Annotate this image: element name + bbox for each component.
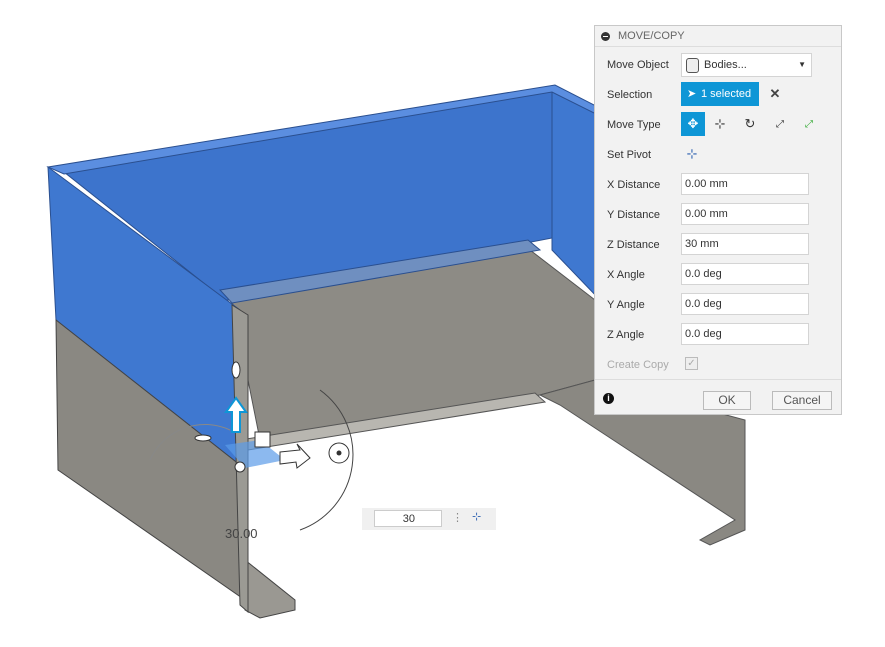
cancel-button[interactable]: Cancel (772, 391, 832, 410)
rotate-handle-x[interactable] (194, 434, 212, 442)
cursor-icon: ➤ (687, 88, 697, 100)
right-wall (551, 89, 601, 302)
info-icon[interactable]: i (603, 393, 614, 404)
ok-button[interactable]: OK (703, 391, 751, 410)
z-distance-input[interactable]: 30 mm (681, 233, 809, 255)
free-move-handle[interactable] (254, 431, 271, 448)
clear-selection-icon[interactable]: ✕ (764, 83, 786, 105)
pivot-point[interactable] (234, 461, 246, 473)
x-arrow-icon[interactable] (279, 443, 311, 469)
dimension-label: 30.00 (225, 526, 258, 541)
rotate-icon[interactable]: ↻ (739, 113, 761, 135)
create-copy-label: Create Copy (607, 359, 669, 371)
free-move-icon[interactable]: ✥ (681, 112, 705, 136)
y-angle-input[interactable]: 0.0 deg (681, 293, 809, 315)
selection-value: 1 selected (701, 88, 752, 100)
create-copy-checkbox[interactable]: ✓ (685, 357, 698, 370)
move-object-label: Move Object (607, 59, 669, 71)
y-distance-input[interactable]: 0.00 mm (681, 203, 809, 225)
chevron-down-icon: ▼ (798, 60, 806, 69)
collapse-icon[interactable] (601, 31, 610, 41)
move-object-dropdown[interactable]: Bodies... ▼ (681, 53, 812, 77)
move-type-label: Move Type (607, 119, 661, 131)
z-angle-label: Z Angle (607, 329, 645, 341)
y-angle-label: Y Angle (607, 299, 645, 311)
body-icon (686, 58, 699, 73)
point-to-point-icon[interactable]: ⤢ (769, 113, 791, 135)
distance-input[interactable]: 30 (374, 510, 442, 527)
left-foot (244, 558, 296, 619)
x-angle-input[interactable]: 0.0 deg (681, 263, 809, 285)
move-object-value: Bodies... (704, 59, 747, 71)
x-angle-label: X Angle (607, 269, 645, 281)
pivot-icon[interactable]: ⊹ (472, 510, 481, 523)
distance-mini-toolbar: 30 ⋮ ⊹ (362, 508, 496, 530)
z-distance-label: Z Distance (607, 239, 660, 251)
dialog-title: MOVE/COPY (618, 30, 685, 42)
x-distance-label: X Distance (607, 179, 661, 191)
translate-icon[interactable]: ⊹ (709, 113, 731, 135)
selection-label: Selection (607, 89, 653, 101)
y-distance-label: Y Distance (607, 209, 660, 221)
set-pivot-label: Set Pivot (607, 149, 652, 161)
point-to-position-icon[interactable]: ⤢ (798, 113, 820, 135)
more-options-icon[interactable]: ⋮ (452, 511, 463, 524)
set-pivot-icon[interactable]: ⊹ (681, 143, 703, 165)
x-distance-input[interactable]: 0.00 mm (681, 173, 809, 195)
move-copy-dialog: MOVE/COPY Move Object Bodies... ▼ Select… (594, 25, 842, 415)
z-angle-input[interactable]: 0.0 deg (681, 323, 809, 345)
selection-button[interactable]: ➤ 1 selected (681, 82, 759, 106)
dialog-footer (595, 379, 841, 380)
rotate-handle-y[interactable] (231, 361, 241, 379)
